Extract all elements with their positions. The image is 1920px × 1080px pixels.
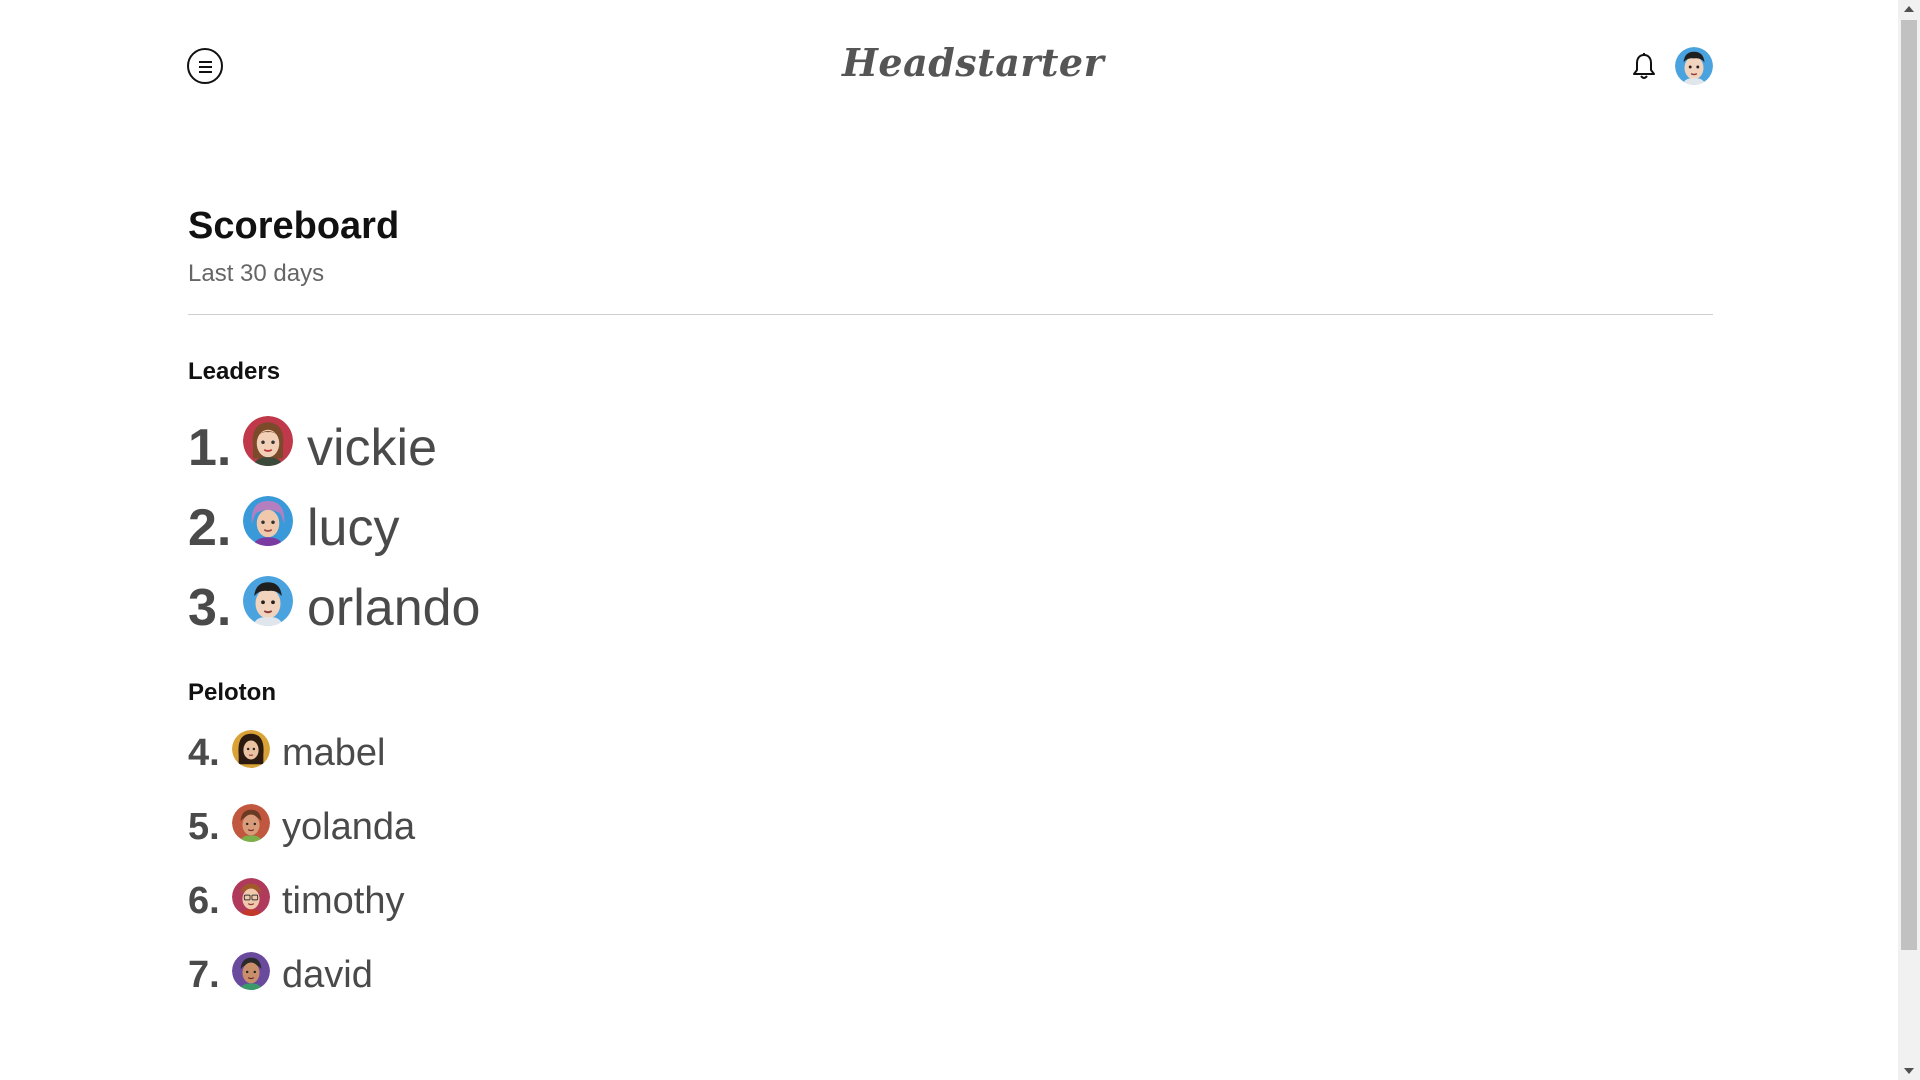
rank-number: 5.: [188, 806, 220, 848]
user-name[interactable]: yolanda: [282, 806, 415, 849]
user-avatar[interactable]: [243, 416, 293, 466]
leaders-heading: Leaders: [188, 358, 281, 385]
user-avatar[interactable]: [243, 576, 293, 626]
leader-row: 3. orlando: [188, 576, 480, 638]
page-subtitle: Last 30 days: [188, 260, 325, 287]
user-avatar[interactable]: [1675, 47, 1713, 85]
user-name[interactable]: timothy: [282, 880, 404, 923]
user-name[interactable]: orlando: [307, 578, 480, 638]
vertical-scrollbar[interactable]: [1898, 0, 1920, 1080]
leader-row: 1. vickie: [188, 416, 437, 478]
rank-number: 4.: [188, 732, 220, 774]
user-name[interactable]: mabel: [282, 732, 386, 775]
peloton-row: 6. timothy: [188, 877, 404, 923]
page-title: Scoreboard: [188, 205, 400, 247]
hamburger-menu-icon[interactable]: [187, 48, 223, 84]
user-avatar[interactable]: [232, 951, 270, 990]
divider: [188, 314, 1713, 315]
scoreboard-section: Scoreboard Last 30 days Leaders 1. vicki…: [188, 200, 1713, 996]
user-avatar[interactable]: [232, 803, 270, 842]
user-name[interactable]: david: [282, 954, 373, 997]
scroll-up-arrow-icon[interactable]: [1898, 0, 1920, 18]
user-avatar[interactable]: [232, 877, 270, 916]
user-name[interactable]: lucy: [307, 498, 399, 558]
app-logo[interactable]: Headstarter: [842, 40, 1104, 85]
top-header: Headstarter: [187, 40, 1713, 94]
scrollbar-thumb[interactable]: [1901, 20, 1917, 950]
rank-number: 6.: [188, 880, 220, 922]
leader-row: 2. lucy: [188, 496, 399, 558]
rank-number: 7.: [188, 954, 220, 996]
peloton-row: 4. mabel: [188, 729, 386, 775]
scroll-down-arrow-icon[interactable]: [1898, 1062, 1920, 1080]
page: Headstarter Scoreboard Last 30 days Lead…: [0, 0, 1898, 1080]
peloton-row: 5. yolanda: [188, 803, 415, 849]
user-avatar[interactable]: [232, 729, 270, 768]
rank-number: 2.: [188, 499, 232, 557]
bell-icon[interactable]: [1630, 52, 1658, 82]
rank-number: 1.: [188, 419, 232, 477]
user-avatar[interactable]: [243, 496, 293, 546]
peloton-heading: Peloton: [188, 679, 276, 706]
peloton-row: 7. david: [188, 951, 373, 997]
user-name[interactable]: vickie: [307, 418, 437, 478]
rank-number: 3.: [188, 579, 232, 637]
